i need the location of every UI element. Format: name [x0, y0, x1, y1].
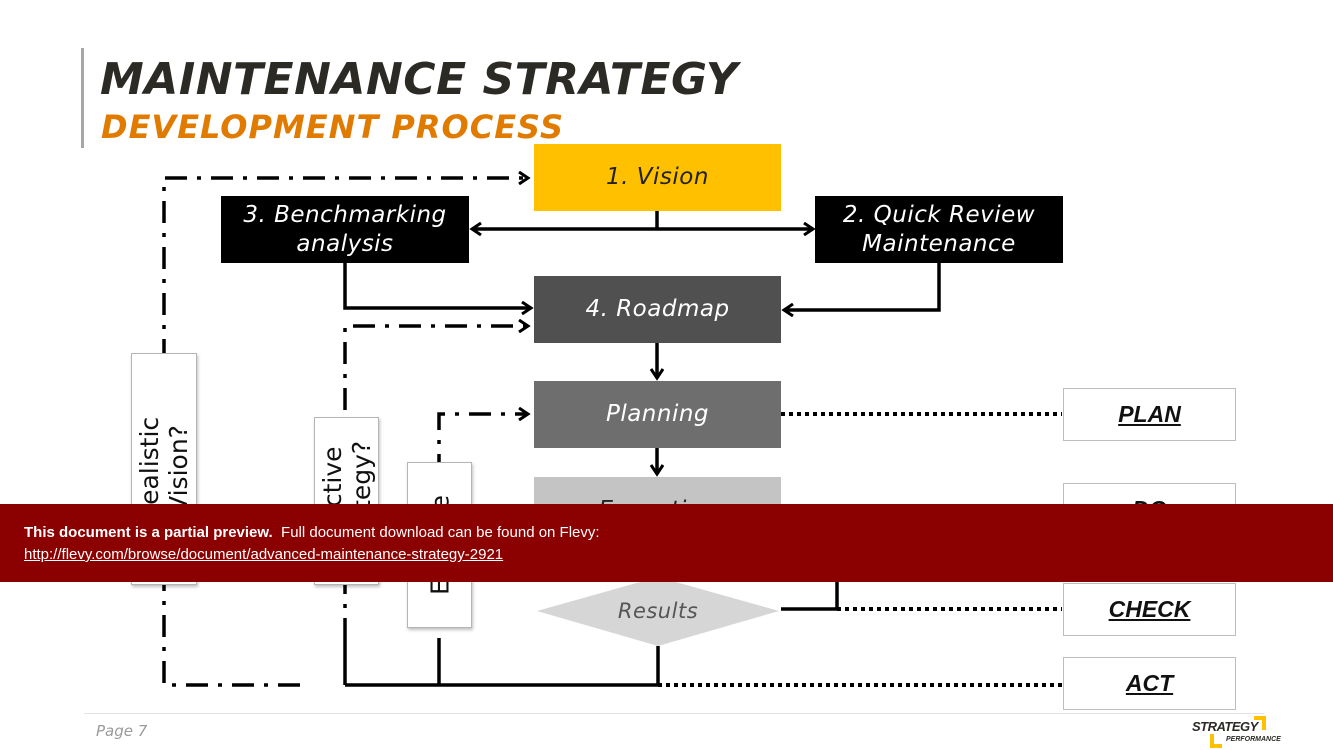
- process-connectors: [162, 0, 1062, 687]
- strategy-performance-logo: STRATEGY PERFORMANCE: [1190, 714, 1290, 750]
- pdca-check-label: CHECK: [1108, 596, 1191, 622]
- benchmarking-to-roadmap-arrow: [343, 262, 531, 308]
- logo-text-top: STRATEGY: [1192, 719, 1258, 734]
- pdca-check: CHECK: [1063, 583, 1236, 636]
- node-results: Results: [560, 592, 756, 630]
- execution-to-results-connector: [781, 580, 839, 611]
- preview-banner: This document is a partial preview. Full…: [0, 504, 1333, 582]
- node-planning: Planning: [534, 381, 781, 448]
- node-benchmarking: 3. Benchmarking analysis: [221, 196, 469, 263]
- node-results-label: Results: [617, 598, 699, 623]
- pdca-act: ACT: [1063, 657, 1236, 710]
- preview-banner-message: This document is a partial preview. Full…: [24, 524, 600, 541]
- node-benchmarking-label: 3. Benchmarking analysis: [243, 201, 447, 257]
- page-number: Page 7: [96, 722, 148, 740]
- preview-banner-link[interactable]: http://flevy.com/browse/document/advance…: [24, 546, 503, 563]
- node-quick-review: 2. Quick Review Maintenance: [815, 196, 1063, 263]
- logo-corner-bottom-icon: [1210, 734, 1222, 748]
- pdca-plan: PLAN: [1063, 388, 1236, 441]
- results-to-bottom-bus: [345, 646, 660, 687]
- node-vision-label: 1. Vision: [606, 164, 709, 190]
- quick-review-to-roadmap-arrow: [784, 262, 941, 310]
- footer-divider: [84, 713, 1264, 714]
- pdca-act-label: ACT: [1125, 670, 1174, 696]
- logo-text-bottom: PERFORMANCE: [1226, 736, 1281, 743]
- node-roadmap-label: 4. Roadmap: [585, 296, 730, 322]
- node-roadmap: 4. Roadmap: [534, 276, 781, 343]
- pdca-plan-label: PLAN: [1118, 401, 1181, 427]
- node-quick-review-label: 2. Quick Review Maintenance: [842, 201, 1036, 257]
- preview-banner-text: Full document download can be found on F…: [281, 524, 600, 541]
- preview-banner-bold: This document is a partial preview.: [24, 524, 273, 541]
- node-planning-label: Planning: [605, 401, 710, 427]
- node-vision: 1. Vision: [534, 144, 781, 211]
